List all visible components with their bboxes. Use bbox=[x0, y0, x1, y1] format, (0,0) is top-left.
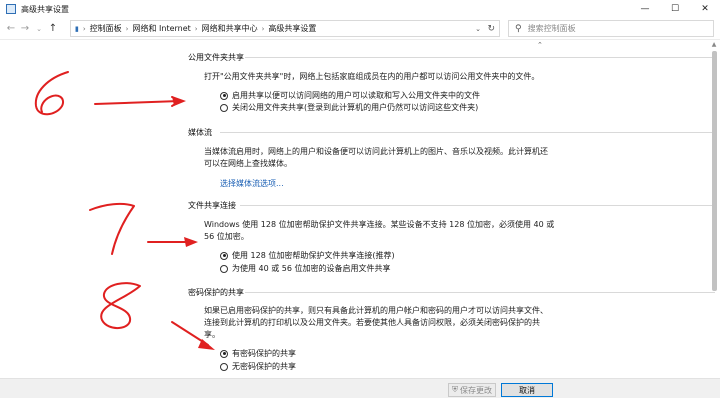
close-button[interactable]: ✕ bbox=[690, 0, 720, 18]
public-sharing-off-option[interactable]: 关闭公用文件夹共享(登录到此计算机的用户仍然可以访问这些文件夹) bbox=[220, 102, 478, 113]
encryption-40-56-option[interactable]: 为使用 40 或 56 位加密的设备启用文件共享 bbox=[220, 263, 391, 274]
option-label: 为使用 40 或 56 位加密的设备启用文件共享 bbox=[232, 264, 391, 273]
minimize-button[interactable]: — bbox=[630, 0, 660, 18]
search-icon: ⚲ bbox=[515, 23, 522, 34]
public-folder-heading: 公用文件夹共享 bbox=[188, 53, 244, 62]
forward-arrow-icon[interactable]: → bbox=[18, 23, 32, 34]
radio-button[interactable] bbox=[220, 103, 228, 112]
back-arrow-icon[interactable]: ← bbox=[4, 23, 18, 34]
password-sharing-description-2: 连接到此计算机的打印机以及公用文件夹。若要使其他人具备访问权限，必须关闭密码保护… bbox=[204, 318, 540, 327]
navigation-bar: ← → ⌄ ↑ ▮ › 控制面板 › 网络和 Internet › 网络和共享中… bbox=[0, 18, 720, 40]
save-changes-button[interactable]: ⛨ 保存更改 bbox=[448, 383, 496, 397]
radio-button[interactable] bbox=[220, 264, 228, 273]
window-title: 高级共享设置 bbox=[21, 4, 69, 14]
breadcrumb-network-sharing-center[interactable]: 网络和共享中心 bbox=[202, 23, 258, 34]
search-placeholder: 搜索控制面板 bbox=[527, 24, 576, 33]
password-sharing-description-3: 享。 bbox=[204, 330, 220, 339]
control-panel-icon bbox=[6, 4, 16, 14]
title-bar: 高级共享设置 — ☐ ✕ bbox=[0, 0, 720, 18]
divider bbox=[245, 57, 715, 58]
password-protected-on-option[interactable]: 有密码保护的共享 bbox=[220, 348, 296, 359]
option-label: 关闭公用文件夹共享(登录到此计算机的用户仍然可以访问这些文件夹) bbox=[232, 103, 479, 112]
network-location-icon: ▮ bbox=[75, 24, 79, 33]
advanced-sharing-settings-window: 高级共享设置 — ☐ ✕ ← → ⌄ ↑ ▮ › 控制面板 › 网络和 Inte… bbox=[0, 0, 720, 398]
breadcrumb-control-panel[interactable]: 控制面板 bbox=[90, 23, 122, 34]
radio-button-checked[interactable] bbox=[220, 91, 228, 100]
maximize-button[interactable]: ☐ bbox=[660, 0, 690, 18]
media-streaming-options-link[interactable]: 选择媒体流选项... bbox=[220, 178, 284, 189]
vertical-scrollbar[interactable]: ▲ bbox=[710, 41, 718, 375]
public-folder-description: 打开"公用文件夹共享"时，网络上包括家庭组成员在内的用户都可以访问公用文件夹中的… bbox=[204, 72, 540, 81]
breadcrumb-network-internet[interactable]: 网络和 Internet bbox=[132, 23, 190, 34]
media-streaming-description-1: 当媒体流启用时，网络上的用户和设备便可以访问此计算机上的图片、音乐以及视频。此计… bbox=[204, 147, 548, 156]
scroll-up-icon[interactable]: ▲ bbox=[710, 41, 718, 49]
address-bar[interactable]: ▮ › 控制面板 › 网络和 Internet › 网络和共享中心 › 高级共享… bbox=[70, 20, 500, 37]
option-label: 使用 128 位加密帮助保护文件共享连接(推荐) bbox=[232, 251, 395, 260]
settings-content: ⌃ 公用文件夹共享 打开"公用文件夹共享"时，网络上包括家庭组成员在内的用户都可… bbox=[0, 41, 720, 375]
dialog-footer: ⛨ 保存更改 取消 bbox=[0, 378, 720, 398]
divider bbox=[245, 292, 715, 293]
option-label: 有密码保护的共享 bbox=[232, 349, 296, 358]
divider bbox=[220, 132, 715, 133]
encryption-128-option[interactable]: 使用 128 位加密帮助保护文件共享连接(推荐) bbox=[220, 250, 395, 261]
option-label: 无密码保护的共享 bbox=[232, 362, 296, 371]
cancel-button[interactable]: 取消 bbox=[501, 383, 553, 397]
collapse-chevron-icon[interactable]: ⌃ bbox=[537, 41, 547, 49]
scrollbar-thumb[interactable] bbox=[712, 51, 717, 291]
shield-icon: ⛨ bbox=[452, 385, 458, 394]
option-label: 启用共享以便可以访问网络的用户可以读取和写入公用文件夹中的文件 bbox=[232, 91, 480, 100]
public-sharing-on-option[interactable]: 启用共享以便可以访问网络的用户可以读取和写入公用文件夹中的文件 bbox=[220, 90, 480, 101]
save-label: 保存更改 bbox=[460, 385, 492, 395]
search-input[interactable]: ⚲ 搜索控制面板 bbox=[508, 20, 714, 37]
password-sharing-heading: 密码保护的共享 bbox=[188, 288, 244, 297]
media-streaming-description-2: 可以在网络上查找媒体。 bbox=[204, 159, 292, 168]
window-controls: — ☐ ✕ bbox=[630, 0, 720, 18]
address-dropdown-icon[interactable]: ⌄ bbox=[475, 25, 481, 33]
file-sharing-description-1: Windows 使用 128 位加密帮助保护文件共享连接。某些设备不支持 128… bbox=[204, 220, 555, 229]
media-streaming-heading: 媒体流 bbox=[188, 128, 212, 137]
refresh-icon[interactable]: ↻ bbox=[487, 24, 495, 34]
file-sharing-connection-heading: 文件共享连接 bbox=[188, 201, 236, 210]
radio-button-checked[interactable] bbox=[220, 251, 228, 260]
radio-button-checked[interactable] bbox=[220, 349, 228, 358]
divider bbox=[240, 205, 715, 206]
up-arrow-icon[interactable]: ↑ bbox=[46, 23, 60, 34]
breadcrumb-advanced-sharing[interactable]: 高级共享设置 bbox=[268, 23, 316, 34]
password-sharing-description-1: 如果已启用密码保护的共享，则只有具备此计算机的用户帐户和密码的用户才可以访问共享… bbox=[204, 306, 548, 315]
chevron-down-icon[interactable]: ⌄ bbox=[32, 25, 46, 33]
radio-button[interactable] bbox=[220, 362, 228, 371]
file-sharing-description-2: 56 位加密。 bbox=[204, 232, 249, 241]
password-protected-off-option[interactable]: 无密码保护的共享 bbox=[220, 361, 296, 372]
